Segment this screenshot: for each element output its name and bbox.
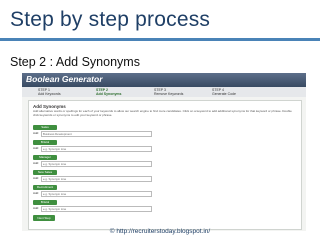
synonym-input[interactable]: e.g. Synonym Line bbox=[41, 146, 152, 152]
keyword-button[interactable]: Recruitment bbox=[33, 185, 57, 190]
step-name: Remove Keywords bbox=[154, 92, 184, 96]
app-header: Boolean Generator bbox=[22, 73, 306, 87]
step-2-tab[interactable]: STEP 2 Add Synonyms bbox=[96, 88, 136, 96]
credit-text: © http://recruiterstoday.blogspot.in/ bbox=[109, 228, 211, 235]
step-name: Add Synonyms bbox=[96, 92, 122, 96]
synonym-input[interactable]: Business Development bbox=[41, 131, 152, 137]
step-4-tab[interactable]: STEP 4 Generate Code bbox=[212, 88, 252, 96]
slide-title: Step by step process bbox=[10, 8, 211, 31]
synonym-input[interactable]: e.g. Synonym Line bbox=[41, 206, 152, 212]
step-3-tab[interactable]: STEP 3 Remove Keywords bbox=[154, 88, 194, 96]
panel-description: Add alternative words or spellings for e… bbox=[33, 109, 292, 117]
field-label: Add bbox=[33, 161, 39, 165]
keyword-button[interactable]: Bristol bbox=[33, 200, 57, 205]
step-name: Generate Code bbox=[212, 92, 236, 96]
keyword-button[interactable]: Bristol bbox=[33, 140, 57, 145]
synonym-row: Add e.g. Synonym Line bbox=[33, 176, 153, 182]
synonym-input[interactable]: e.g. Synonym Line bbox=[41, 161, 152, 167]
next-step-button[interactable]: Next Step bbox=[33, 215, 55, 221]
synonyms-panel: Add Synonyms Add alternative words or sp… bbox=[28, 100, 302, 230]
field-label: Add bbox=[33, 191, 39, 195]
slide-subtitle: Step 2 : Add Synonyms bbox=[10, 55, 140, 69]
field-label: Add bbox=[33, 131, 39, 135]
title-divider bbox=[0, 38, 320, 41]
embedded-screenshot: Boolean Generator STEP 1 Add Keywords ST… bbox=[22, 73, 306, 231]
field-label: Add bbox=[33, 146, 39, 150]
step-1-tab[interactable]: STEP 1 Add Keywords bbox=[38, 88, 78, 96]
synonym-row: Add e.g. Synonym Line bbox=[33, 191, 153, 197]
synonym-row: Add e.g. Synonym Line bbox=[33, 161, 153, 167]
keyword-button[interactable]: Manager bbox=[33, 155, 57, 160]
field-label: Add bbox=[33, 206, 39, 210]
synonym-row: Add e.g. Synonym Line bbox=[33, 146, 153, 152]
synonym-row: Add Business Development bbox=[33, 131, 153, 137]
synonym-row: Add e.g. Synonym Line bbox=[33, 206, 153, 212]
app-logo: Boolean Generator bbox=[26, 74, 103, 84]
keyword-button[interactable]: Sales bbox=[33, 125, 57, 130]
synonym-input[interactable]: e.g. Synonym Line bbox=[41, 176, 152, 182]
keyword-button[interactable]: New Sales bbox=[33, 170, 57, 175]
step-name: Add Keywords bbox=[38, 92, 61, 96]
synonym-input[interactable]: e.g. Synonym Line bbox=[41, 191, 152, 197]
field-label: Add bbox=[33, 176, 39, 180]
